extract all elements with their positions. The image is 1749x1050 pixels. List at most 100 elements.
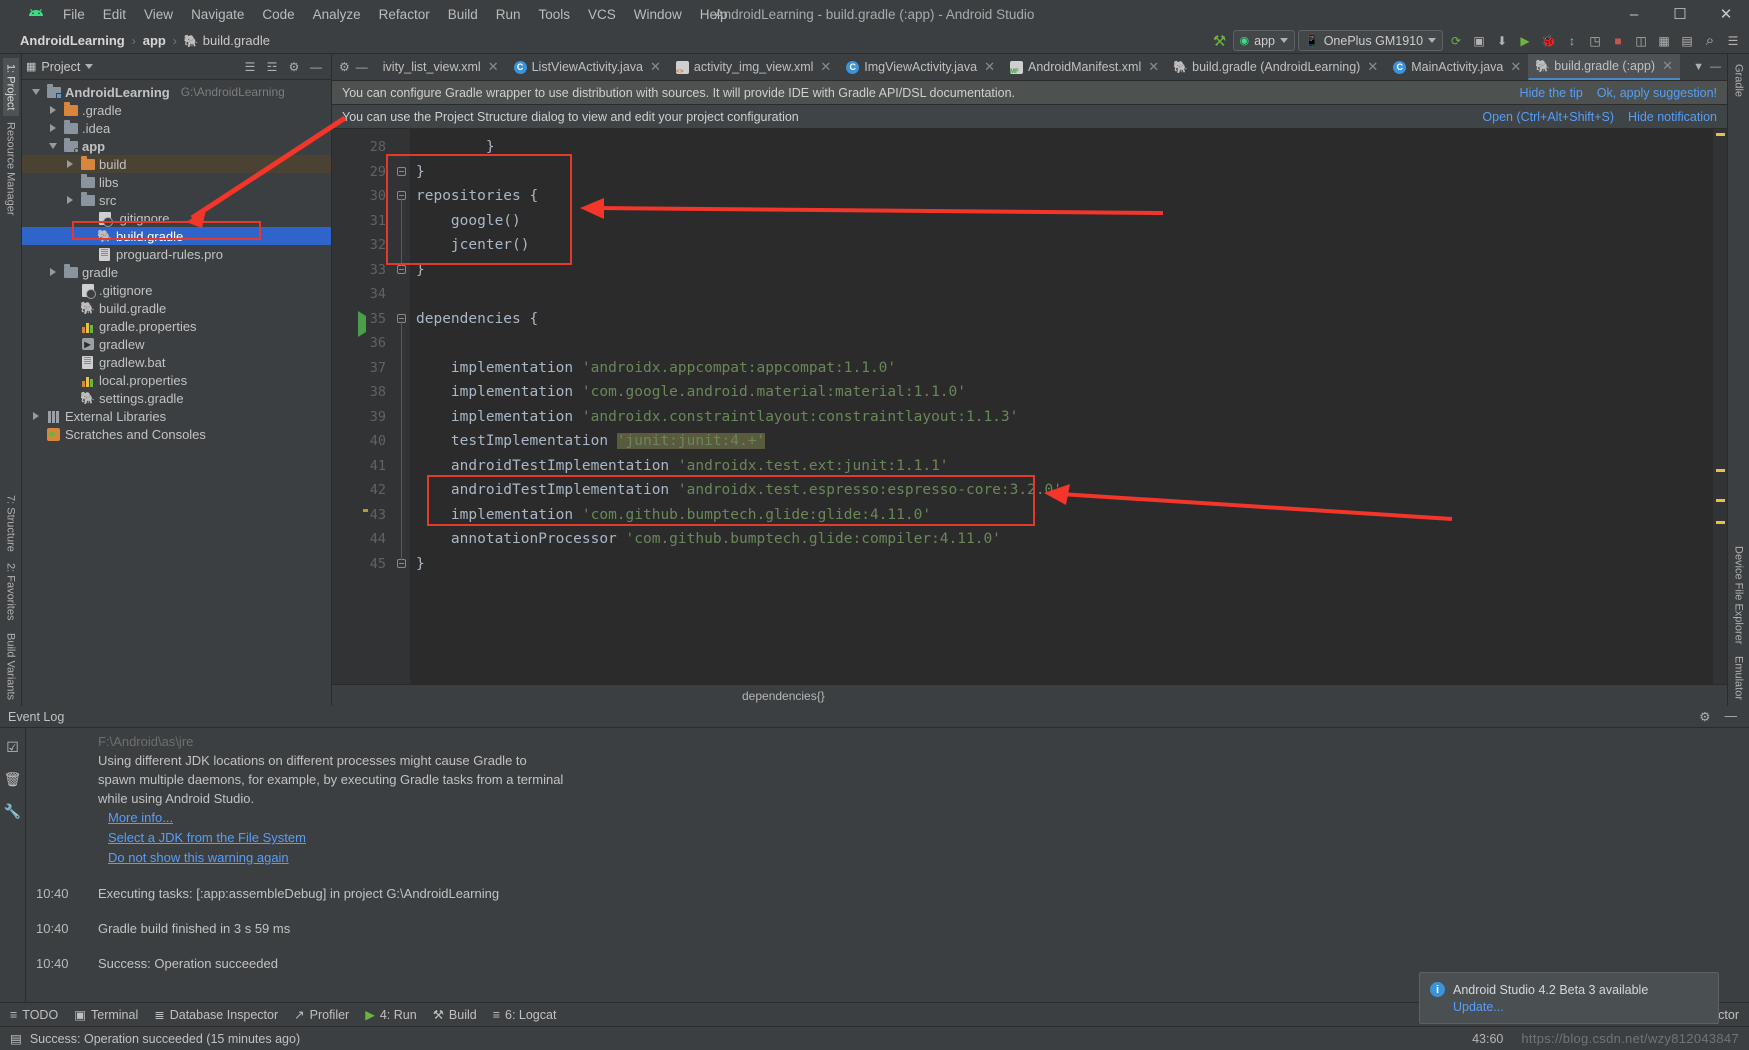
hide-panel-icon[interactable]: — — [1710, 61, 1721, 73]
chevron-right-icon[interactable] — [47, 122, 59, 134]
code-line[interactable]: annotationProcessor 'com.github.bumptech… — [410, 527, 1713, 552]
hide-panel-icon[interactable]: — — [1725, 709, 1738, 724]
menu-refactor[interactable]: Refactor — [370, 3, 439, 26]
line-number[interactable]: 44 — [332, 527, 394, 552]
code-line[interactable]: implementation 'androidx.constraintlayou… — [410, 405, 1713, 430]
tree-item-app[interactable]: app — [22, 137, 331, 155]
chevron-right-icon[interactable] — [64, 158, 76, 170]
run-configuration-selector[interactable]: ◉ app — [1232, 30, 1295, 51]
code-line[interactable]: implementation 'com.google.android.mater… — [410, 380, 1713, 405]
bottom-tab-build[interactable]: ⚒ Build — [433, 1007, 477, 1023]
menu-window[interactable]: Window — [625, 3, 691, 26]
line-number[interactable]: 45 — [332, 552, 394, 577]
menu-file[interactable]: File — [54, 3, 94, 26]
more-icon[interactable]: ☰ — [1723, 31, 1743, 51]
settings-gear-icon[interactable]: ⚙ — [1699, 709, 1710, 724]
tree-item--gradle[interactable]: .gradle — [22, 101, 331, 119]
line-number[interactable]: 33 — [332, 258, 394, 283]
code-line[interactable]: implementation 'com.github.bumptech.glid… — [410, 503, 1713, 528]
menu-tools[interactable]: Tools — [530, 3, 580, 26]
bottom-tab-profiler[interactable]: ↗ Profiler — [294, 1007, 349, 1023]
tree-item-build-gradle[interactable]: 🐘 build.gradle — [22, 227, 331, 245]
code-text-area[interactable]: }} repositories { google() jcenter()} depe… — [410, 129, 1713, 684]
toast-update-link[interactable]: Update... — [1453, 1000, 1648, 1014]
menu-bar[interactable]: File Edit View Navigate Code Analyze Ref… — [54, 3, 737, 26]
chevron-right-icon[interactable] — [30, 410, 42, 422]
editor-tab-listviewactivity-java[interactable]: C ListViewActivity.java ✕ — [506, 54, 668, 80]
code-line[interactable] — [410, 331, 1713, 356]
editor-tab-build-gradle-androidlearning-[interactable]: 🐘 build.gradle (AndroidLearning) ✕ — [1166, 54, 1385, 80]
hide-the-tip-link[interactable]: Hide the tip — [1520, 86, 1583, 100]
code-line[interactable]: dependencies { — [410, 307, 1713, 332]
menu-run[interactable]: Run — [487, 3, 530, 26]
code-line[interactable]: } — [410, 552, 1713, 577]
rail-tab-device-file-explorer[interactable]: Device File Explorer — [1731, 540, 1747, 650]
tree-item-build[interactable]: build — [22, 155, 331, 173]
device-file-explorer-icon[interactable]: ▤ — [1677, 31, 1697, 51]
menu-view[interactable]: View — [135, 3, 182, 26]
update-notification-toast[interactable]: i Android Studio 4.2 Beta 3 available Up… — [1419, 972, 1719, 1024]
breadcrumb-module[interactable]: app — [139, 32, 170, 49]
menu-vcs[interactable]: VCS — [579, 3, 625, 26]
attach-debugger-icon[interactable]: ↕ — [1562, 31, 1582, 51]
bottom-tab-6-logcat[interactable]: ≡ 6: Logcat — [493, 1008, 557, 1022]
editor-tab-strip[interactable]: ⚙ — ivity_list_view.xml ✕ C ListViewActivit… — [332, 54, 1727, 81]
build-hammer-icon[interactable]: ⚒ — [1210, 31, 1230, 51]
line-number[interactable]: 30 — [332, 184, 394, 209]
rail-tab-structure[interactable]: 7: Structure — [3, 489, 19, 558]
stop-icon[interactable]: ■ — [1608, 31, 1628, 51]
event-log-link[interactable]: Select a JDK from the File System — [108, 828, 1749, 848]
project-tree[interactable]: AndroidLearning G:\AndroidLearning .gradle… — [22, 80, 331, 706]
maximize-button[interactable]: ☐ — [1657, 0, 1703, 28]
chevron-right-icon[interactable] — [64, 194, 76, 206]
sdk-manager-icon[interactable]: ⬇ — [1492, 31, 1512, 51]
bottom-tab-4-run[interactable]: ▶ 4: Run — [365, 1007, 416, 1023]
line-number[interactable]: 31 — [332, 209, 394, 234]
settings-gear-icon[interactable]: ⚙ — [285, 58, 303, 76]
tree-item-gradlew[interactable]: ▶ gradlew — [22, 335, 331, 353]
code-line[interactable]: androidTestImplementation 'androidx.test… — [410, 454, 1713, 479]
layout-inspector-icon[interactable]: ◫ — [1631, 31, 1651, 51]
tree-item-src[interactable]: src — [22, 191, 331, 209]
line-number[interactable]: 41 — [332, 454, 394, 479]
project-panel-title[interactable]: ▦ Project — [26, 60, 94, 74]
fold-end-icon[interactable] — [397, 264, 406, 274]
hide-panel-icon[interactable]: — — [356, 60, 368, 74]
avd-manager-icon[interactable]: ▣ — [1469, 31, 1489, 51]
tree-item-gradlew-bat[interactable]: gradlew.bat — [22, 353, 331, 371]
profile-icon[interactable]: ◳ — [1585, 31, 1605, 51]
window-controls[interactable]: – ☐ ✕ — [1611, 0, 1749, 28]
line-number[interactable]: 34 — [332, 282, 394, 307]
close-icon[interactable]: ✕ — [488, 59, 499, 75]
chevron-right-icon[interactable] — [47, 266, 59, 278]
code-line[interactable]: testImplementation 'junit:junit:4.+' — [410, 429, 1713, 454]
apply-suggestion-link[interactable]: Ok, apply suggestion! — [1597, 86, 1717, 100]
line-number[interactable]: 29 — [332, 160, 394, 185]
menu-code[interactable]: Code — [253, 3, 303, 26]
line-number[interactable]: 39 — [332, 405, 394, 430]
close-icon[interactable]: ✕ — [1367, 59, 1378, 75]
code-line[interactable]: } — [410, 258, 1713, 283]
rail-tab-favorites[interactable]: 2: Favorites — [3, 557, 19, 626]
caret-position[interactable]: 43:60 — [1472, 1032, 1503, 1046]
clear-all-icon[interactable]: 🗑 — [4, 770, 22, 788]
rail-tab-gradle[interactable]: Gradle — [1731, 58, 1747, 103]
editor-tab-activity-img-view-xml[interactable]: activity_img_view.xml ✕ — [668, 54, 838, 80]
line-number[interactable]: 42 — [332, 478, 394, 503]
mark-read-icon[interactable]: ☑ — [4, 738, 22, 756]
tree-item-androidlearning[interactable]: AndroidLearning G:\AndroidLearning — [22, 83, 331, 101]
line-number[interactable]: 40 — [332, 429, 394, 454]
code-line[interactable] — [410, 282, 1713, 307]
line-number[interactable]: 38 — [332, 380, 394, 405]
breadcrumb-file[interactable]: 🐘 build.gradle — [180, 32, 274, 49]
debug-icon[interactable]: 🐞 — [1538, 31, 1559, 51]
tree-item-external-libraries[interactable]: External Libraries — [22, 407, 331, 425]
menu-edit[interactable]: Edit — [94, 3, 135, 26]
editor-tab-androidmanifest-xml[interactable]: AndroidManifest.xml ✕ — [1002, 54, 1166, 80]
chevron-down-icon[interactable] — [47, 140, 59, 152]
code-line[interactable]: google() — [410, 209, 1713, 234]
menu-build[interactable]: Build — [439, 3, 487, 26]
settings-wrench-icon[interactable]: 🔧 — [4, 802, 22, 820]
rail-tab-build-variants[interactable]: Build Variants — [3, 627, 19, 706]
tree-item-gradle[interactable]: gradle — [22, 263, 331, 281]
